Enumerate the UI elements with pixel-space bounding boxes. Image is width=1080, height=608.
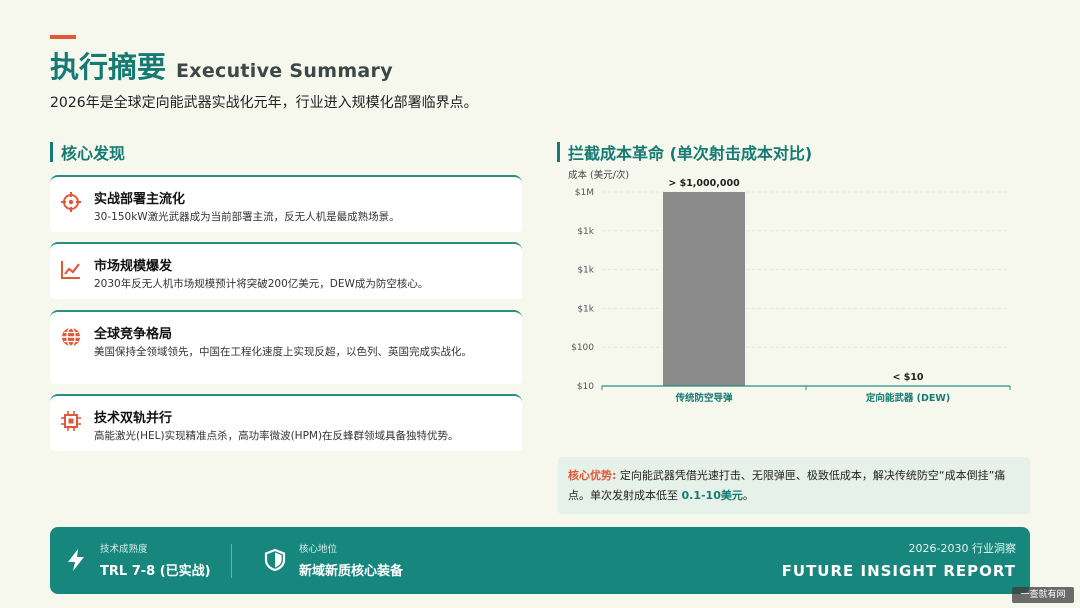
chart-bars: > $1,000,000 < $10 (663, 178, 949, 387)
category-label: 定向能武器 (DEW) (865, 392, 950, 404)
title-cn: 执行摘要 (50, 50, 167, 84)
finding-desc: 美国保持全领域领先，中国在工程化速度上实现反超，以色列、英国完成实战化。 (94, 346, 472, 358)
footer-period: 2026-2030 行业洞察 (908, 542, 1016, 555)
footer-report-title: FUTURE INSIGHT REPORT (781, 562, 1016, 580)
chart-heading: 拦截成本革命 (单次射击成本对比) (557, 140, 812, 164)
footer-banner: 技术成熟度 TRL 7-8 (已实战) 核心地位 新域新质核心装备 2026-2… (50, 527, 1030, 594)
chip-icon (61, 411, 81, 431)
cost-comparison-chart: 成本 (美元/次) $10 $100 $1k $1k $1k $1M > $1,000,0… (568, 169, 1011, 404)
y-tick-label: $10 (577, 382, 594, 392)
title-accent-rule (50, 35, 76, 39)
heading-bar (557, 142, 560, 162)
bar-value-label: > $1,000,000 (668, 178, 740, 189)
finding-title: 技术双轨并行 (94, 411, 173, 426)
y-tick-label: $1k (577, 304, 594, 314)
bar (663, 192, 745, 386)
finding-title: 市场规模爆发 (94, 259, 173, 274)
watermark: 一查就有网 (1012, 587, 1074, 603)
heading-bar (50, 142, 53, 162)
x-axis-labels: 传统防空导弹 定向能武器 (DEW) (601, 386, 1011, 404)
page-subtitle: 2026年是全球定向能武器实战化元年，行业进入规模化部署临界点。 (50, 95, 478, 111)
finding-title: 全球竞争格局 (94, 327, 173, 342)
bar-value-label: < $10 (892, 372, 923, 383)
callout-text: 定向能武器凭借光速打击、无限弹匣、极致低成本，解决传统防空“成本倒挂”痛点。单次… (568, 469, 1006, 502)
title-en: Executive Summary (176, 60, 393, 82)
trend-line-icon (61, 261, 80, 279)
lightning-icon (68, 549, 84, 571)
crosshair-icon (61, 192, 81, 212)
y-tick-label: $100 (571, 343, 594, 353)
y-tick-label: $1k (577, 266, 594, 276)
y-axis-ticks: $10 $100 $1k $1k $1k $1M (571, 188, 595, 392)
finding-title: 实战部署主流化 (94, 192, 186, 207)
callout-value: 0.1-10美元 (681, 489, 743, 502)
finding-card-2: 市场规模爆发 2030年反无人机市场规模预计将突破200亿美元，DEW成为防空核… (50, 242, 522, 299)
footer-item-status: 核心地位 新域新质核心装备 (263, 541, 403, 579)
finding-desc: 30-150kW激光武器成为当前部署主流，反无人机是最成熟场景。 (94, 211, 400, 223)
chart-heading-text: 拦截成本革命 (单次射击成本对比) (568, 144, 813, 163)
footer-label: 技术成熟度 (100, 544, 148, 555)
core-advantage-callout: 核心优势: 定向能武器凭借光速打击、无限弹匣、极致低成本，解决传统防空“成本倒挂… (558, 457, 1030, 514)
footer-label: 核心地位 (299, 544, 338, 555)
y-tick-label: $1k (577, 227, 594, 237)
globe-icon (62, 327, 80, 347)
finding-card-4: 技术双轨并行 高能激光(HEL)实现精准点杀，高功率微波(HPM)在反蜂群领域具… (50, 394, 522, 451)
finding-card-1: 实战部署主流化 30-150kW激光武器成为当前部署主流，反无人机是最成熟场景。 (50, 175, 522, 232)
footer-report-info: 2026-2030 行业洞察 FUTURE INSIGHT REPORT (782, 540, 1016, 580)
footer-value: 新域新质核心装备 (299, 564, 404, 579)
finding-desc: 高能激光(HEL)实现精准点杀，高功率微波(HPM)在反蜂群领域具备独特优势。 (94, 430, 459, 442)
footer-divider (231, 544, 232, 578)
callout-end: 。 (742, 489, 754, 502)
findings-heading: 核心发现 (50, 140, 125, 164)
shield-icon (264, 548, 286, 572)
y-tick-label: $1M (575, 188, 594, 198)
callout-label: 核心优势: (568, 469, 617, 482)
finding-card-3: 全球竞争格局 美国保持全领域领先，中国在工程化速度上实现反超，以色列、英国完成实… (50, 310, 522, 384)
findings-heading-text: 核心发现 (61, 144, 126, 163)
y-axis-title: 成本 (美元/次) (568, 169, 629, 181)
category-label: 传统防空导弹 (674, 392, 733, 404)
footer-value: TRL 7-8 (已实战) (100, 564, 211, 579)
page-title: 执行摘要 Executive Summary (50, 44, 393, 86)
finding-desc: 2030年反无人机市场规模预计将突破200亿美元，DEW成为防空核心。 (94, 278, 429, 290)
footer-item-trl: 技术成熟度 TRL 7-8 (已实战) (64, 541, 211, 579)
